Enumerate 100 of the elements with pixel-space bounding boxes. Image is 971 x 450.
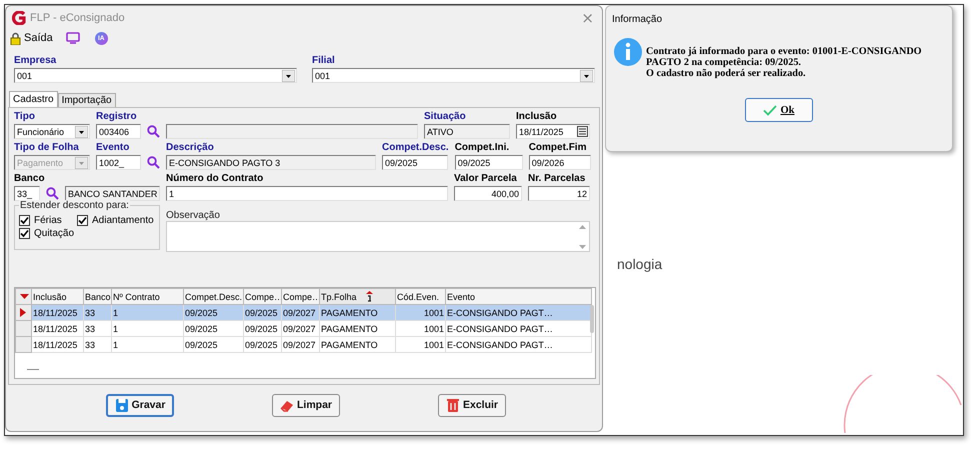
input-field[interactable] (166, 124, 418, 139)
input-field[interactable]: BANCO SANTANDER (65, 186, 160, 201)
monitor-icon (66, 32, 80, 44)
dropdown-arrow-icon (580, 70, 593, 82)
input-field[interactable]: E-CONSIGANDO PAGTO 3 (166, 155, 376, 170)
calendar-icon (577, 126, 588, 137)
dropdown-triangle-icon (20, 294, 29, 300)
table-cell: 09/2027 (282, 304, 320, 320)
column-header[interactable]: Cód.Even. (396, 288, 446, 304)
button[interactable]: Gravar (106, 394, 174, 416)
table-row[interactable]: 18/11/2025 33 1 09/2025 09/2025 09/2027 PAGAMENTO 1001 E-CONSIGANDO PAGT… (16, 320, 592, 336)
button[interactable]: Limpar (272, 394, 340, 416)
table-cell: 1001 (396, 336, 446, 352)
table-cell: 1001 (396, 320, 446, 336)
field-label: Valor Parcela (454, 173, 518, 185)
text-area[interactable] (166, 221, 590, 252)
input-field[interactable]: 1002_ (96, 155, 141, 170)
table-cell: 33 (84, 304, 112, 320)
table-cell: E-CONSIGANDO PAGT… (446, 304, 592, 320)
dropdown-field[interactable]: 001 (14, 68, 297, 83)
table-cell: PAGAMENTO (320, 320, 396, 336)
column-header[interactable]: Tp.Folha (320, 288, 396, 304)
input-field[interactable]: 09/2026 (528, 155, 591, 170)
field-label: Filial (312, 55, 336, 67)
group-title: Estender desconto para: (19, 200, 130, 211)
dropdown-field[interactable]: Funcionário (14, 124, 90, 139)
column-header[interactable]: Inclusão (32, 288, 84, 304)
field-label: Nr. Parcelas (528, 173, 586, 185)
column-header[interactable]: Compe… (244, 288, 282, 304)
table-cell: 18/11/2025 (32, 320, 84, 336)
table-cell: 09/2027 (282, 320, 320, 336)
field-label: Situação (424, 111, 467, 123)
table-cell: 18/11/2025 (32, 336, 84, 352)
table-cell: 33 (84, 336, 112, 352)
window-title: FLP - eConsignado (30, 12, 125, 24)
checkmark-icon (763, 104, 778, 116)
table-cell: 33 (84, 320, 112, 336)
input-field[interactable]: 400,00 (454, 186, 522, 201)
table-cell: 1001 (396, 304, 446, 320)
column-header[interactable]: Nº Contrato (112, 288, 184, 304)
background-text: nologia (617, 256, 664, 272)
trash-icon (446, 398, 460, 412)
field-label: Registro (96, 111, 138, 123)
exit-button[interactable]: Saída (24, 32, 53, 44)
input-field[interactable]: 003406 (96, 124, 141, 139)
column-header[interactable]: Banco (84, 288, 112, 304)
field-label: Compet.Desc. (382, 142, 449, 154)
table-cell: 09/2025 (244, 320, 282, 336)
field-label: Compet.Fim (528, 142, 588, 154)
lock-icon (10, 32, 21, 44)
table-row[interactable]: 18/11/2025 33 1 09/2025 09/2025 09/2027 PAGAMENTO 1001 E-CONSIGANDO PAGT… (16, 304, 592, 320)
checkbox[interactable]: Quitação (19, 228, 77, 239)
field-label: Tipo (14, 111, 36, 123)
message-text: O cadastro não poderá ser realizado. (646, 68, 807, 79)
checkbox[interactable]: Adiantamento (77, 215, 159, 226)
message-text: Contrato já informado para o evento: 01001-E-CONSIGANDO (646, 46, 922, 57)
tab[interactable]: Cadastro (9, 91, 58, 107)
input-field[interactable]: 1 (166, 186, 448, 201)
ok-button[interactable]: Ok (745, 98, 813, 122)
tab[interactable]: Importação (58, 93, 116, 107)
column-header[interactable]: Compe… (282, 288, 320, 304)
dropdown-field[interactable]: 001 (312, 68, 595, 83)
table-row[interactable]: 18/11/2025 33 1 09/2025 09/2025 09/2027 PAGAMENTO 1001 E-CONSIGANDO PAGT… (16, 336, 592, 352)
field-label: Evento (96, 142, 130, 154)
field-label: Compet.Ini. (454, 142, 510, 154)
field-label: Descrição (166, 142, 215, 154)
logo-icon (12, 11, 26, 25)
checkmark-icon (78, 216, 87, 225)
info-icon (614, 38, 642, 66)
input-field[interactable]: 09/2025 (382, 155, 448, 170)
field-label: Inclusão (516, 111, 558, 123)
table-cell: 18/11/2025 (32, 304, 84, 320)
input-field[interactable]: 09/2025 (454, 155, 523, 170)
button[interactable]: Excluir (438, 394, 506, 416)
row-pointer-icon (20, 308, 26, 317)
scrollbar[interactable] (590, 305, 594, 333)
sort-icon (366, 291, 373, 302)
field-label: Banco (14, 173, 46, 185)
input-field[interactable]: 12 (528, 186, 590, 201)
table-cell: PAGAMENTO (320, 304, 396, 320)
table-cell: 09/2025 (184, 304, 244, 320)
table-cell: 09/2025 (244, 336, 282, 352)
checkbox[interactable]: Férias (19, 215, 77, 226)
dialog-title: Informação (611, 13, 664, 26)
column-header[interactable]: Evento (446, 288, 592, 304)
scrollbar-arrows-icon (578, 222, 587, 250)
input-field[interactable]: ATIVO (424, 124, 510, 139)
table-cell: 1 (112, 320, 184, 336)
table-cell: 1 (112, 304, 184, 320)
table-cell: 09/2025 (184, 320, 244, 336)
column-header[interactable]: Compet.Desc. (184, 288, 244, 304)
message-text: PAGTO 2 na competência: 09/2025. (646, 57, 802, 68)
field-label: Tipo de Folha (14, 142, 80, 154)
dropdown-arrow-icon (75, 126, 88, 138)
table-cell: 09/2025 (184, 336, 244, 352)
field-label: Empresa (14, 55, 58, 67)
field-label: Número do Contrato (166, 173, 264, 185)
date-field[interactable]: 18/11/2025 (516, 124, 590, 139)
input-field[interactable]: 33_ (14, 186, 40, 201)
table-cell: 1 (112, 336, 184, 352)
